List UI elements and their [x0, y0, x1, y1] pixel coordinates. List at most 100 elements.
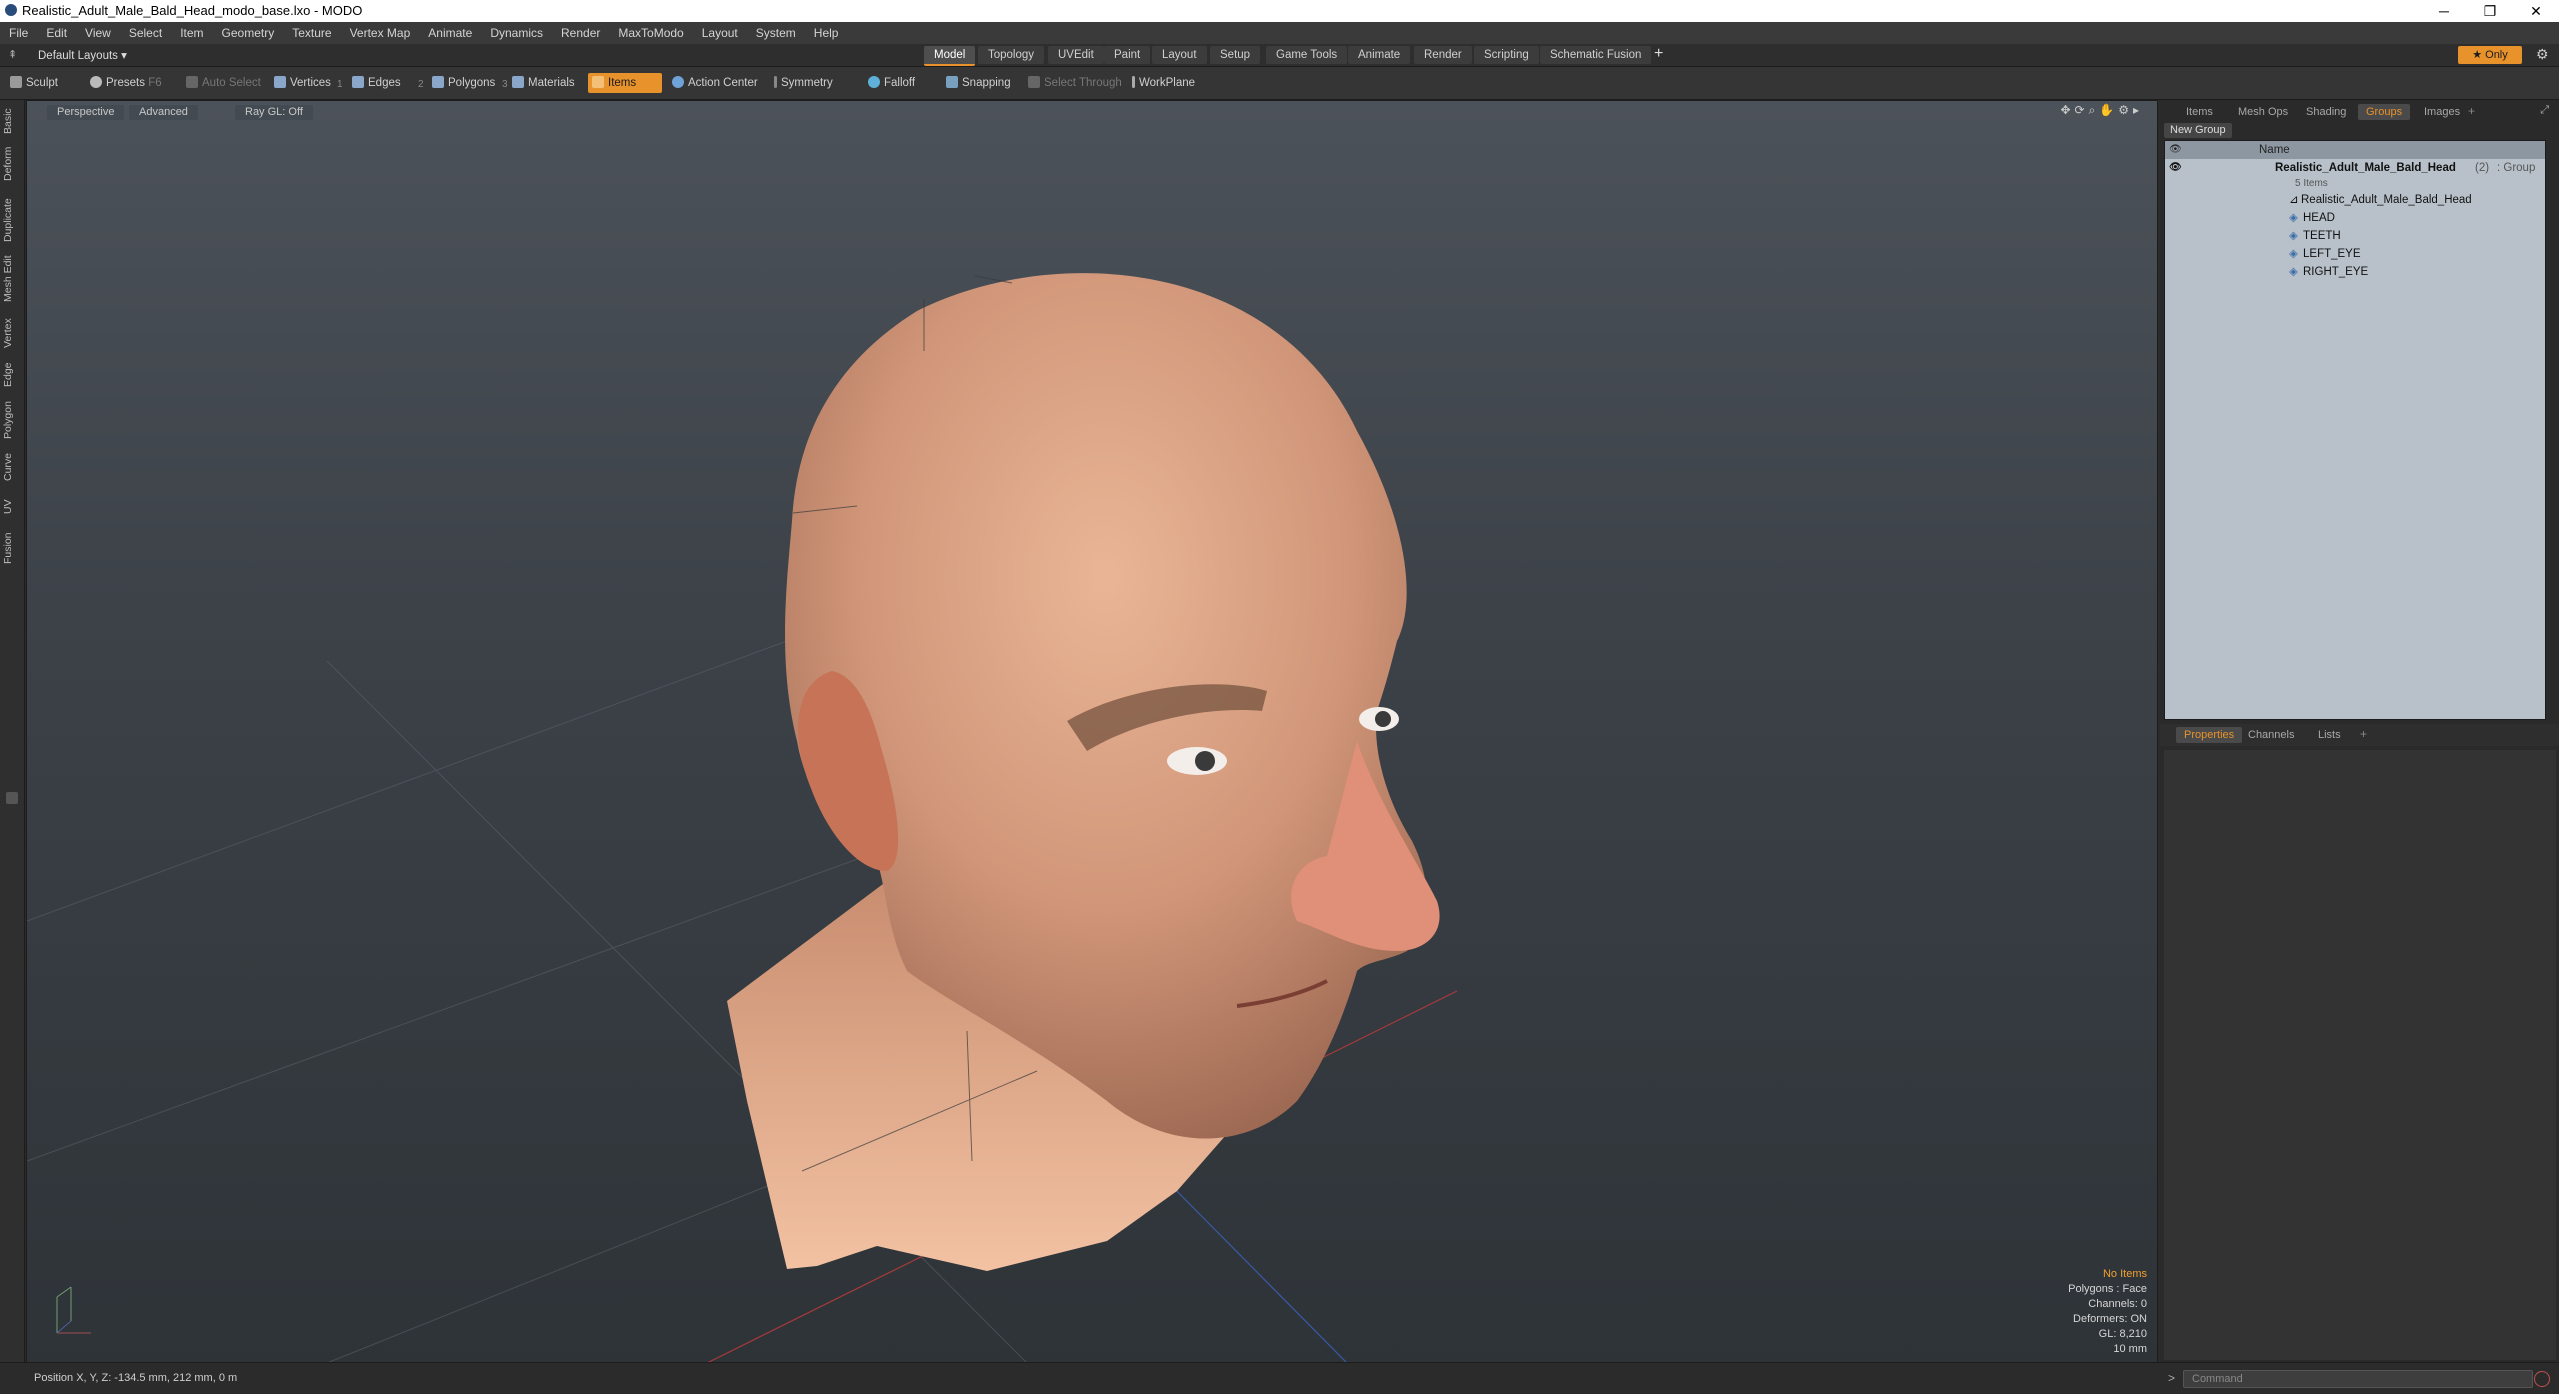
tab-channels[interactable]: Channels	[2240, 727, 2302, 743]
edges-button[interactable]: Edges	[348, 73, 408, 93]
tab-topology[interactable]: Topology	[978, 46, 1045, 64]
vtab-fusion[interactable]: Fusion	[2, 530, 22, 566]
menu-help[interactable]: Help	[805, 22, 848, 44]
tab-mesh-ops[interactable]: Mesh Ops	[2230, 104, 2296, 120]
presets-label: Presets	[106, 77, 145, 89]
presets-button[interactable]: Presets F6	[86, 73, 169, 93]
menu-dynamics[interactable]: Dynamics	[481, 22, 552, 44]
menu-select[interactable]: Select	[120, 22, 171, 44]
command-history-icon[interactable]	[2534, 1371, 2550, 1387]
vtab-edge[interactable]: Edge	[2, 360, 22, 390]
vtab-uv[interactable]: UV	[2, 496, 22, 518]
gl-info: GL: 8,210	[2098, 1328, 2147, 1340]
list-item[interactable]: ◈ RIGHT_EYE	[2165, 263, 2545, 281]
tab-paint[interactable]: Paint	[1104, 46, 1151, 64]
tab-groups[interactable]: Groups	[2358, 104, 2411, 120]
vtab-duplicate[interactable]: Duplicate	[2, 194, 22, 246]
tab-shading[interactable]: Shading	[2298, 104, 2354, 120]
select-through-button[interactable]: Select Through	[1024, 73, 1129, 93]
gear-icon[interactable]: ⚙	[2536, 46, 2549, 63]
axis-gizmo	[56, 1286, 91, 1334]
selection-info: No Items	[2102, 1268, 2147, 1280]
menu-layout[interactable]: Layout	[693, 22, 747, 44]
mesh-icon: ⊿	[2289, 194, 2299, 206]
mesh-item-icon: ◈	[2289, 248, 2298, 260]
lower-tab-bar: Properties Channels Lists +	[2160, 724, 2559, 746]
menu-texture[interactable]: Texture	[283, 22, 340, 44]
menu-geometry[interactable]: Geometry	[213, 22, 284, 44]
sculpt-button[interactable]: Sculpt	[6, 73, 65, 93]
minimize-button[interactable]: ─	[2421, 0, 2467, 22]
sculpt-label: Sculpt	[26, 77, 58, 89]
auto-select-button[interactable]: Auto Select	[182, 73, 268, 93]
vtab-polygon[interactable]: Polygon	[2, 398, 22, 442]
tab-items[interactable]: Items	[2178, 104, 2221, 120]
menu-view[interactable]: View	[76, 22, 120, 44]
visibility-column-icon: 👁	[2169, 144, 2182, 155]
panel-toggle-icon[interactable]	[6, 792, 18, 804]
falloff-button[interactable]: Falloff	[864, 73, 922, 93]
list-item[interactable]: ⊿ Realistic_Adult_Male_Bald_Head	[2165, 191, 2545, 209]
auto-select-label: Auto Select	[202, 77, 261, 89]
left-pupil	[1195, 751, 1215, 771]
default-layouts-dropdown[interactable]: Default Layouts ▾	[38, 48, 127, 62]
vertices-key: 1	[337, 79, 343, 90]
action-center-button[interactable]: Action Center	[668, 73, 765, 93]
close-button[interactable]: ✕	[2513, 0, 2559, 22]
items-button[interactable]: Items	[588, 73, 663, 93]
layout-pin-icon[interactable]: ⇞	[8, 48, 17, 61]
workplane-icon	[1132, 76, 1135, 88]
materials-icon	[512, 76, 524, 88]
tab-properties[interactable]: Properties	[2176, 727, 2243, 743]
new-group-button[interactable]: New Group	[2164, 123, 2232, 138]
list-item[interactable]: ◈ LEFT_EYE	[2165, 245, 2545, 263]
menu-render[interactable]: Render	[552, 22, 609, 44]
list-item[interactable]: ◈ TEETH	[2165, 227, 2545, 245]
menu-file[interactable]: File	[0, 22, 37, 44]
snapping-button[interactable]: Snapping	[942, 73, 1018, 93]
vertices-icon	[274, 76, 286, 88]
tab-animate[interactable]: Animate	[1348, 46, 1411, 64]
tab-lists[interactable]: Lists	[2310, 727, 2349, 743]
auto-select-icon	[186, 76, 198, 88]
tab-scripting[interactable]: Scripting	[1474, 46, 1539, 64]
add-tab-button[interactable]: +	[1654, 45, 1663, 63]
only-button[interactable]: ★ Only	[2458, 46, 2522, 64]
vertices-button[interactable]: Vertices	[270, 73, 338, 93]
window-title: Realistic_Adult_Male_Bald_Head_modo_base…	[22, 3, 363, 18]
menu-system[interactable]: System	[747, 22, 805, 44]
snapping-icon	[946, 76, 958, 88]
vtab-mesh-edit[interactable]: Mesh Edit	[2, 252, 22, 306]
mesh-item-icon: ◈	[2289, 212, 2298, 224]
vtab-basic[interactable]: Basic	[2, 106, 22, 136]
menu-animate[interactable]: Animate	[419, 22, 481, 44]
tab-render[interactable]: Render	[1414, 46, 1472, 64]
action-center-icon	[672, 76, 684, 88]
tab-model[interactable]: Model	[924, 46, 976, 66]
menu-item[interactable]: Item	[171, 22, 212, 44]
add-lower-tab-icon[interactable]: +	[2360, 727, 2367, 741]
vtab-deform[interactable]: Deform	[2, 144, 22, 184]
add-tab-icon[interactable]: +	[2468, 104, 2475, 118]
maximize-button[interactable]: ❐	[2467, 0, 2513, 22]
menu-vertex-map[interactable]: Vertex Map	[341, 22, 420, 44]
command-input[interactable]: Command	[2183, 1370, 2533, 1388]
vtab-vertex[interactable]: Vertex	[2, 314, 22, 352]
list-item-label: HEAD	[2303, 212, 2335, 224]
workplane-button[interactable]: WorkPlane	[1128, 73, 1202, 93]
tab-uvedit[interactable]: UVEdit	[1048, 46, 1104, 64]
tab-schematic-fusion[interactable]: Schematic Fusion	[1540, 46, 1652, 64]
viewport-3d[interactable]: Perspective Advanced Ray GL: Off ✥⟳⌕✋⚙▸	[26, 100, 2158, 1364]
vtab-curve[interactable]: Curve	[2, 450, 22, 484]
materials-button[interactable]: Materials	[508, 73, 582, 93]
menu-edit[interactable]: Edit	[37, 22, 76, 44]
list-item[interactable]: ◈ HEAD	[2165, 209, 2545, 227]
tab-setup[interactable]: Setup	[1210, 46, 1261, 64]
tab-images[interactable]: Images	[2416, 104, 2468, 120]
tab-game-tools[interactable]: Game Tools	[1266, 46, 1348, 64]
menu-maxtomodo[interactable]: MaxToModo	[609, 22, 692, 44]
panel-expand-icon[interactable]: ⤢	[2540, 104, 2549, 117]
tab-layout[interactable]: Layout	[1152, 46, 1207, 64]
polygons-button[interactable]: Polygons	[428, 73, 502, 93]
symmetry-button[interactable]: Symmetry	[770, 73, 840, 93]
